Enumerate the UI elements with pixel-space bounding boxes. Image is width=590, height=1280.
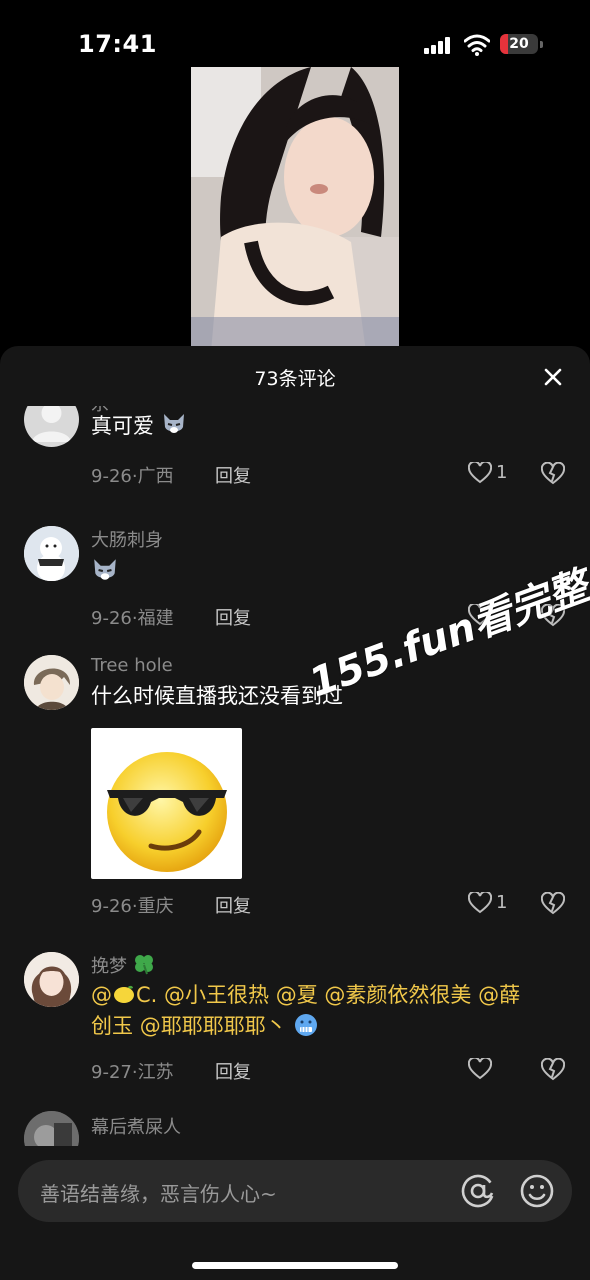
home-indicator[interactable] <box>192 1262 398 1269</box>
broken-heart-icon[interactable] <box>541 1058 565 1082</box>
video-preview[interactable] <box>191 67 399 352</box>
wifi-icon <box>464 34 490 56</box>
comment-count-title: 73条评论 <box>254 368 336 390</box>
avatar[interactable] <box>24 952 79 1007</box>
like-count: 1 <box>496 462 508 483</box>
video-frame-image <box>191 67 399 352</box>
like-button[interactable]: 1 <box>467 890 518 916</box>
mention[interactable]: @耶耶耶耶耶丶 <box>140 1014 287 1038</box>
like-count: 1 <box>496 892 508 913</box>
comment-date-location: 9-27·江苏 <box>91 1062 174 1083</box>
wolf-emoji-icon <box>163 414 184 433</box>
snowman-avatar-icon <box>24 526 79 581</box>
cool-sunglasses-emoji-icon <box>107 752 227 872</box>
comment-date-location: 9-26·福建 <box>91 608 174 629</box>
freezing-face-emoji-icon <box>295 1014 318 1036</box>
mention[interactable]: @小王很热 <box>164 983 269 1007</box>
comment-text: @ C. @小王很热 @夏 @素颜依然很美 @薛 创玉 @耶耶耶耶耶丶 <box>91 980 566 1042</box>
comment-text-content: 真可爱 <box>91 414 154 438</box>
mention[interactable]: @素颜依然很美 <box>324 983 471 1007</box>
reply-button[interactable]: 回复 <box>215 1058 251 1084</box>
dark-avatar-icon <box>24 1111 79 1146</box>
battery-level: 20 <box>509 36 529 52</box>
heart-icon <box>467 1056 493 1080</box>
mention[interactable]: @夏 <box>276 983 318 1007</box>
broken-heart-icon[interactable] <box>541 892 565 916</box>
lemon-emoji-icon <box>114 985 134 1003</box>
battery-nub <box>540 41 543 48</box>
heart-icon <box>467 890 493 914</box>
mention[interactable]: @ <box>91 983 112 1007</box>
comment-username[interactable]: 大肠刺身 <box>91 526 163 552</box>
mention[interactable]: 创玉 <box>91 1014 133 1038</box>
comment-input-placeholder: 善语结善缘，恶言伤人心~ <box>40 1182 277 1206</box>
reply-button[interactable]: 回复 <box>215 604 251 630</box>
mention[interactable]: @薛 <box>478 983 520 1007</box>
comment-username[interactable]: 幕后煮屎人 <box>91 1113 181 1139</box>
anime-girl-avatar-icon <box>24 952 79 1007</box>
clover-icon <box>134 955 153 975</box>
anime-boy-avatar-icon <box>24 655 79 710</box>
comment-item: 挽梦 @ C. @小王很热 @夏 @素颜依然很美 @薛 创玉 @耶耶耶耶耶丶 9… <box>0 952 590 1092</box>
comment-list[interactable]: 杀'''' 真可爱 9-26·广西 回复 1 <box>0 406 590 1146</box>
comment-text: 真可爱 <box>91 411 566 442</box>
signal-icon <box>424 36 452 54</box>
avatar[interactable] <box>24 406 79 447</box>
username-text: 挽梦 <box>91 956 127 977</box>
like-button[interactable] <box>467 1056 518 1082</box>
avatar[interactable] <box>24 655 79 710</box>
comment-sheet: 73条评论 杀'''' 真可爱 9-26·广西 回复 <box>0 346 590 1280</box>
at-mention-icon[interactable] <box>459 1172 497 1210</box>
mention[interactable]: C. <box>136 983 157 1007</box>
close-icon[interactable] <box>540 364 566 390</box>
wolf-emoji-icon <box>94 559 116 580</box>
comment-date-location: 9-26·重庆 <box>91 896 174 917</box>
default-user-icon <box>32 406 71 442</box>
comment-input-field[interactable]: 善语结善缘，恶言伤人心~ <box>18 1160 572 1222</box>
emoji-picker-icon[interactable] <box>518 1172 556 1210</box>
comment-username[interactable]: 挽梦 <box>91 952 155 978</box>
avatar[interactable] <box>24 526 79 581</box>
comment-item: 杀'''' 真可爱 9-26·广西 回复 1 <box>0 406 590 512</box>
reply-button[interactable]: 回复 <box>215 892 251 918</box>
reply-button[interactable]: 回复 <box>215 462 251 488</box>
comment-date-location: 9-26·广西 <box>91 466 174 487</box>
comment-username[interactable]: Tree hole <box>91 655 173 676</box>
comment-item: 幕后煮屎人 <box>0 1111 590 1146</box>
broken-heart-icon[interactable] <box>541 462 565 486</box>
like-button[interactable]: 1 <box>467 460 518 486</box>
sticker-image[interactable] <box>91 728 242 879</box>
avatar[interactable] <box>24 1111 79 1146</box>
battery-indicator: 20 <box>500 34 538 54</box>
status-time: 17:41 <box>78 30 157 58</box>
comment-item: Tree hole 什么时候直播我还没看到过 9-26·重庆 回复 1 <box>0 655 590 935</box>
heart-icon <box>467 460 493 484</box>
